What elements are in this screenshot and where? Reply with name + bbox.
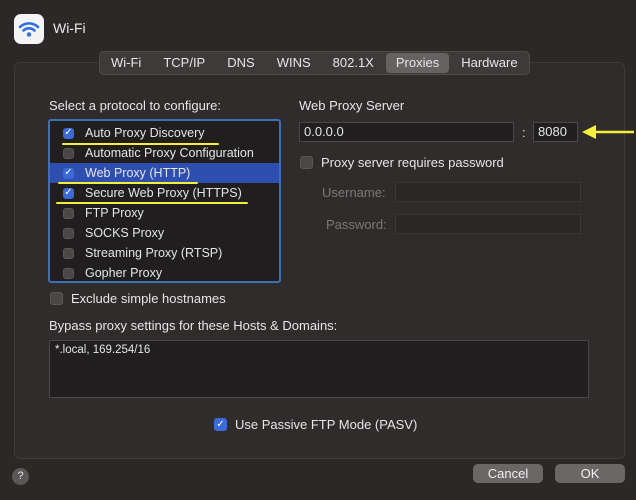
wifi-app-icon [14, 14, 44, 44]
protocol-list: ✓ Auto Proxy Discovery Automatic Proxy C… [48, 119, 281, 283]
protocol-secure-web-proxy-https[interactable]: ✓ Secure Web Proxy (HTTPS) [50, 183, 279, 204]
tab-dns[interactable]: DNS [217, 53, 264, 73]
protocol-auto-proxy-discovery[interactable]: ✓ Auto Proxy Discovery [50, 123, 279, 145]
bypass-label: Bypass proxy settings for these Hosts & … [49, 318, 338, 333]
bypass-textarea[interactable]: *.local, 169.254/16 [49, 340, 589, 398]
checkbox-automatic-proxy-configuration[interactable] [63, 147, 74, 159]
protocol-label: FTP Proxy [85, 206, 144, 220]
protocol-web-proxy-http[interactable]: ✓ Web Proxy (HTTP) [50, 163, 279, 184]
server-heading: Web Proxy Server [299, 98, 405, 113]
requires-password-row: Proxy server requires password [300, 155, 504, 170]
protocol-label: Streaming Proxy (RTSP) [85, 246, 223, 260]
protocol-streaming-proxy-rtsp[interactable]: Streaming Proxy (RTSP) [50, 243, 279, 263]
password-field [395, 214, 581, 234]
port-separator: : [522, 125, 526, 140]
requires-password-label: Proxy server requires password [321, 155, 504, 170]
exclude-simple-row: Exclude simple hostnames [50, 291, 226, 306]
help-button[interactable]: ? [12, 468, 29, 485]
tab-wins[interactable]: WINS [267, 53, 321, 73]
protocol-label: Web Proxy (HTTP) [85, 166, 191, 180]
protocol-automatic-proxy-configuration[interactable]: Automatic Proxy Configuration [50, 143, 279, 163]
proxy-address-field[interactable]: 0.0.0.0 [299, 122, 514, 142]
tab-bar: Wi-Fi TCP/IP DNS WINS 802.1X Proxies Har… [99, 51, 530, 75]
username-field [395, 182, 581, 202]
cancel-button[interactable]: Cancel [473, 464, 543, 483]
protocol-label: Automatic Proxy Configuration [85, 146, 254, 160]
checkbox-secure-web-proxy-https[interactable]: ✓ [63, 187, 74, 199]
tab-tcpip[interactable]: TCP/IP [153, 53, 215, 73]
protocol-heading: Select a protocol to configure: [49, 98, 221, 113]
password-label: Password: [326, 217, 387, 232]
tab-wifi[interactable]: Wi-Fi [101, 53, 151, 73]
arrow-annotation-icon [582, 125, 634, 139]
proxy-port-field[interactable]: 8080 [533, 122, 578, 142]
window-title: Wi-Fi [53, 20, 86, 36]
username-label: Username: [322, 185, 386, 200]
checkbox-gopher-proxy[interactable] [63, 267, 74, 279]
checkbox-socks-proxy[interactable] [63, 227, 74, 239]
wifi-icon [18, 22, 40, 37]
exclude-simple-checkbox[interactable] [50, 292, 63, 305]
protocol-gopher-proxy[interactable]: Gopher Proxy [50, 263, 279, 283]
ok-button[interactable]: OK [555, 464, 625, 483]
exclude-simple-label: Exclude simple hostnames [71, 291, 226, 306]
passive-ftp-row: ✓ Use Passive FTP Mode (PASV) [214, 417, 417, 432]
protocol-label: SOCKS Proxy [85, 226, 165, 240]
protocol-label: Secure Web Proxy (HTTPS) [85, 186, 242, 200]
passive-ftp-label: Use Passive FTP Mode (PASV) [235, 417, 418, 432]
protocol-label: Gopher Proxy [85, 266, 163, 280]
checkbox-streaming-proxy-rtsp[interactable] [63, 247, 74, 259]
tab-hardware[interactable]: Hardware [451, 53, 527, 73]
protocol-socks-proxy[interactable]: SOCKS Proxy [50, 223, 279, 243]
checkbox-auto-proxy-discovery[interactable]: ✓ [63, 127, 74, 139]
checkbox-ftp-proxy[interactable] [63, 207, 74, 219]
checkbox-web-proxy-http[interactable]: ✓ [63, 167, 74, 179]
tab-8021x[interactable]: 802.1X [323, 53, 384, 73]
requires-password-checkbox[interactable] [300, 156, 313, 169]
passive-ftp-checkbox[interactable]: ✓ [214, 418, 227, 431]
tab-proxies[interactable]: Proxies [385, 53, 450, 73]
protocol-ftp-proxy[interactable]: FTP Proxy [50, 203, 279, 223]
protocol-label: Auto Proxy Discovery [85, 126, 205, 140]
